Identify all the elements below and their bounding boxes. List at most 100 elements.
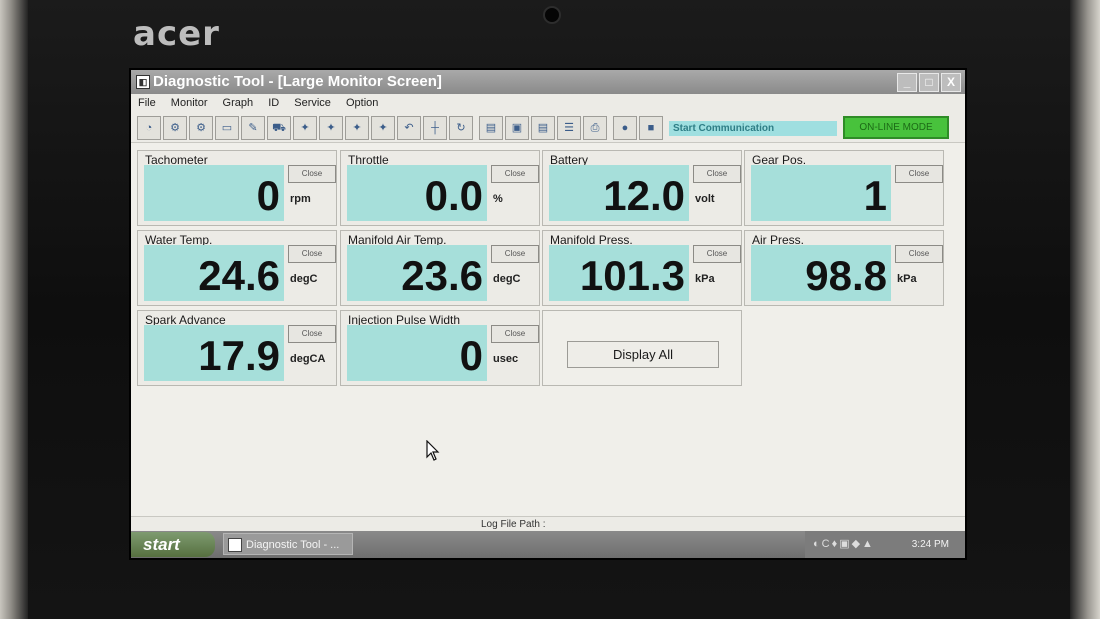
panel-unit: usec: [493, 353, 519, 365]
task-item-label: Diagnostic Tool - ...: [246, 539, 340, 551]
close-button[interactable]: Close: [895, 165, 943, 183]
refresh-icon[interactable]: ↻: [449, 116, 473, 140]
communication-status: Start Communication: [669, 121, 837, 136]
engine-icon[interactable]: ⚙: [163, 116, 187, 140]
panel-unit: degCA: [290, 353, 326, 365]
menu-monitor[interactable]: Monitor: [164, 94, 213, 109]
print-icon[interactable]: ⎙: [583, 116, 607, 140]
app-icon: ◧: [136, 75, 150, 89]
save-icon[interactable]: ▣: [505, 116, 529, 140]
chart-tool-icon[interactable]: ┼: [423, 116, 447, 140]
panel-manifold-air-temp: Manifold Air Temp. 23.6 Close degC: [340, 230, 540, 306]
display-all-button[interactable]: Display All: [567, 341, 719, 368]
value-display: 1: [751, 165, 891, 221]
close-button[interactable]: Close: [491, 165, 539, 183]
status-bar: Log File Path :: [131, 516, 965, 532]
panel-value: 0: [256, 172, 280, 219]
start-button[interactable]: start: [131, 532, 215, 557]
engine-alt-icon[interactable]: ⚙: [189, 116, 213, 140]
panel-value: 23.6: [401, 252, 483, 299]
value-display: 23.6: [347, 245, 487, 301]
system-tray: ◐C♦▣◆▲ 3:24 PM: [805, 531, 965, 558]
toolbar: ◔ ⚙ ⚙ ▭ ✎ ⛟ ✦ ✦ ✦ ✦ ↶ ┼ ↻ ▤ ▣ ▤ ☰ ⎙ ● ■ …: [131, 112, 965, 143]
close-button[interactable]: Close: [288, 325, 336, 343]
panel-air-press: Air Press. 98.8 Close kPa: [744, 230, 944, 306]
value-display: 0: [347, 325, 487, 381]
mouse-cursor-icon: [426, 440, 440, 461]
value-display: 12.0: [549, 165, 689, 221]
menu-service[interactable]: Service: [287, 94, 336, 109]
panel-value: 17.9: [198, 332, 280, 379]
value-display: 0: [144, 165, 284, 221]
value-display: 0.0: [347, 165, 487, 221]
panel-value: 0: [459, 332, 483, 379]
log-file-path-label: Log File Path :: [481, 519, 546, 530]
close-button[interactable]: Close: [288, 245, 336, 263]
screen: ◧ Diagnostic Tool - [Large Monitor Scree…: [131, 70, 965, 558]
value-display: 98.8: [751, 245, 891, 301]
panel-throttle: Throttle 0.0 Close %: [340, 150, 540, 226]
wrench-icon[interactable]: ✦: [293, 116, 317, 140]
wrench-alt-icon[interactable]: ✦: [319, 116, 343, 140]
log-folder-icon[interactable]: ▤: [531, 116, 555, 140]
panel-unit: rpm: [290, 193, 311, 205]
panel-value: 101.3: [579, 252, 685, 299]
panel-value: 0.0: [424, 172, 483, 219]
webcam: [543, 6, 561, 24]
menu-file[interactable]: File: [131, 94, 161, 109]
menu-graph[interactable]: Graph: [216, 94, 259, 109]
panel-water-temp: Water Temp. 24.6 Close degC: [137, 230, 337, 306]
brand-logo: acer: [133, 14, 220, 54]
panel-value: 12.0: [603, 172, 685, 219]
panel-gear-position: Gear Pos. 1 Close: [744, 150, 944, 226]
panel-unit: degC: [290, 273, 318, 285]
close-window-button[interactable]: X: [941, 73, 961, 92]
tray-icons[interactable]: ◐C♦▣◆▲: [813, 537, 875, 550]
folder-icon[interactable]: ▤: [479, 116, 503, 140]
online-mode-button[interactable]: ON-LINE MODE: [843, 116, 949, 139]
panel-tachometer: Tachometer 0 Close rpm: [137, 150, 337, 226]
panel-value: 98.8: [805, 252, 887, 299]
list-icon[interactable]: ☰: [557, 116, 581, 140]
maximize-button[interactable]: □: [919, 73, 939, 92]
menu-bar: File Monitor Graph ID Service Option: [131, 94, 965, 112]
window-controls: _ □ X: [897, 73, 961, 92]
taskbar: start Diagnostic Tool - ... ◐C♦▣◆▲ 3:24 …: [131, 531, 965, 558]
close-button[interactable]: Close: [491, 325, 539, 343]
panel-manifold-press: Manifold Press. 101.3 Close kPa: [542, 230, 742, 306]
clock: 3:24 PM: [911, 539, 949, 550]
panel-unit: kPa: [695, 273, 715, 285]
menu-id[interactable]: ID: [261, 94, 284, 109]
tool-icon[interactable]: ✦: [345, 116, 369, 140]
menu-option[interactable]: Option: [339, 94, 383, 109]
value-display: 17.9: [144, 325, 284, 381]
close-button[interactable]: Close: [693, 165, 741, 183]
minimize-button[interactable]: _: [897, 73, 917, 92]
panel-spark-advance: Spark Advance 17.9 Close degCA: [137, 310, 337, 386]
car-id-icon[interactable]: ⛟: [267, 116, 291, 140]
panel-unit: degC: [493, 273, 521, 285]
panel-value: 1: [863, 172, 887, 219]
arrow-tool-icon[interactable]: ↶: [397, 116, 421, 140]
tool-alt-icon[interactable]: ✦: [371, 116, 395, 140]
bezel-left-edge: [0, 0, 28, 619]
close-button[interactable]: Close: [895, 245, 943, 263]
value-display: 24.6: [144, 245, 284, 301]
close-button[interactable]: Close: [288, 165, 336, 183]
app-icon: [228, 538, 242, 552]
panel-unit: kPa: [897, 273, 917, 285]
window-icon[interactable]: ▭: [215, 116, 239, 140]
record-icon[interactable]: ●: [613, 116, 637, 140]
edit-icon[interactable]: ✎: [241, 116, 265, 140]
panel-battery: Battery 12.0 Close volt: [542, 150, 742, 226]
close-button[interactable]: Close: [693, 245, 741, 263]
panel-injection-pulse-width: Injection Pulse Width 0 Close usec: [340, 310, 540, 386]
close-button[interactable]: Close: [491, 245, 539, 263]
log-stop-icon[interactable]: ■: [639, 116, 663, 140]
bezel-right-edge: [1070, 0, 1100, 619]
taskbar-item-diagnostic-tool[interactable]: Diagnostic Tool - ...: [223, 533, 353, 555]
panel-value: 24.6: [198, 252, 280, 299]
panel-unit: %: [493, 193, 503, 205]
gauge-icon[interactable]: ◔: [137, 116, 161, 140]
title-bar: ◧ Diagnostic Tool - [Large Monitor Scree…: [131, 70, 965, 94]
